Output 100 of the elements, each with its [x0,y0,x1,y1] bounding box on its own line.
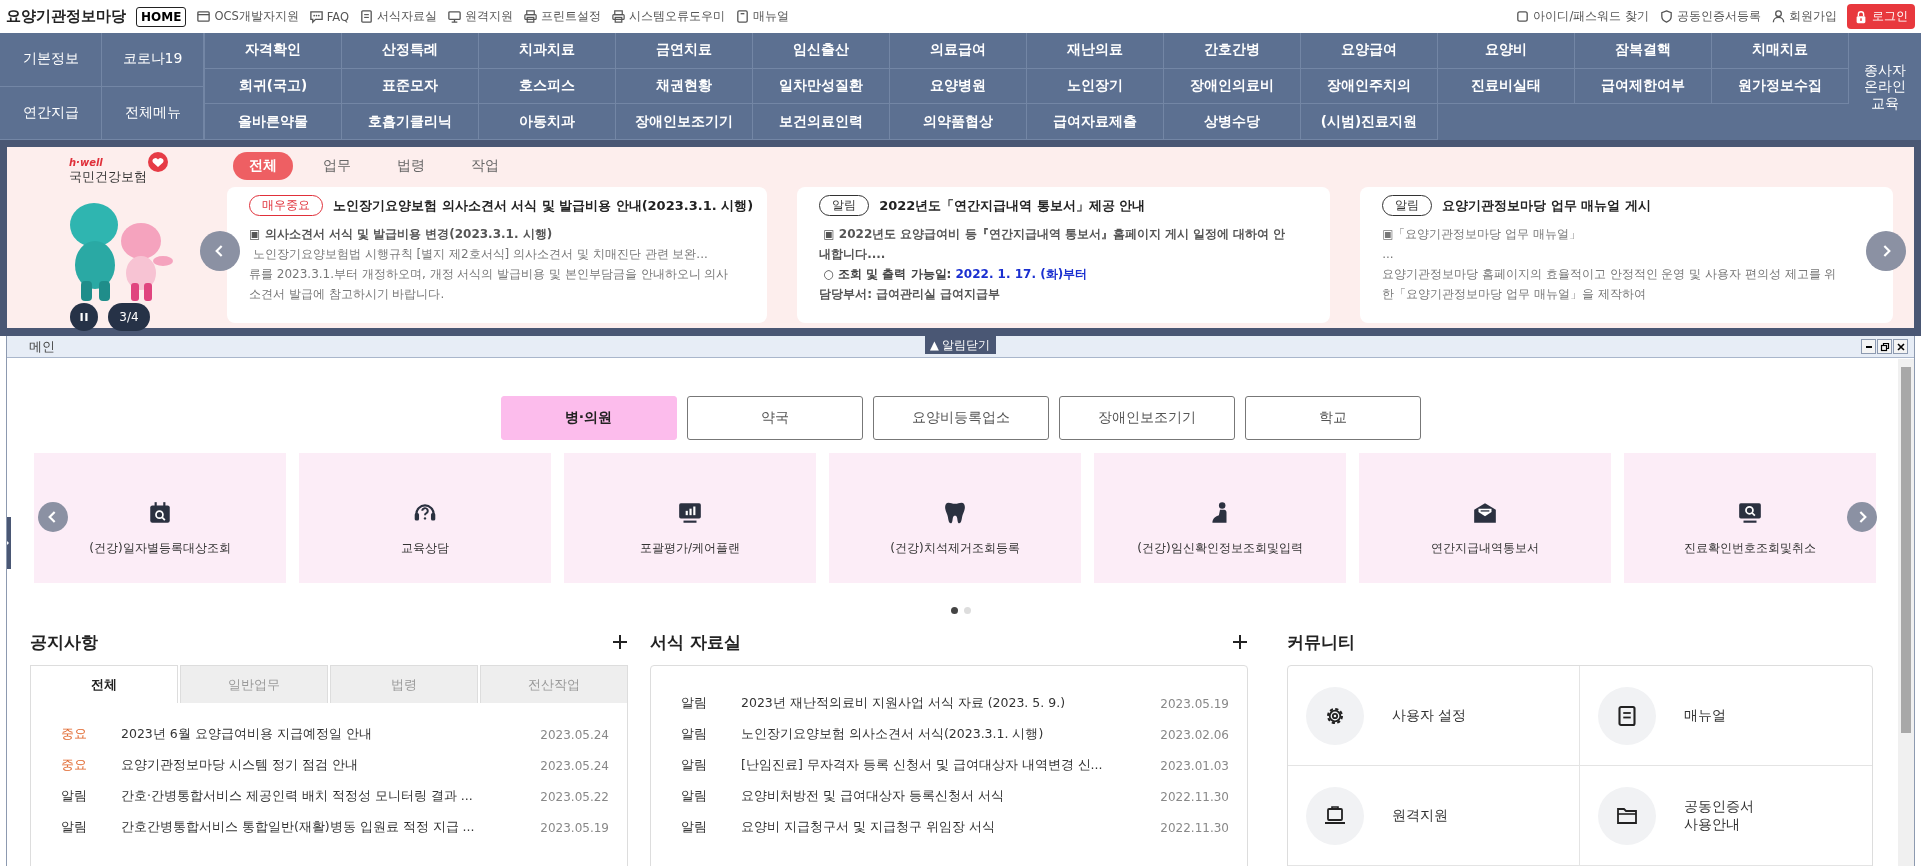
account-link[interactable]: 공동인증서등록 [1659,9,1761,24]
post-link[interactable]: 노인장기요양보험 의사소견서 서식(2023.3.1. 시행) [741,726,1161,743]
menu-link[interactable]: 치매치료 [1712,33,1849,69]
notice-text: 소견서 발급에 참고하시기 바랍니다. [249,286,446,303]
post-link[interactable]: 요양비 지급청구서 및 지급청구 위임장 서식 [741,819,1161,836]
window-tab[interactable]: 메인 [29,337,55,356]
community-link[interactable]: 매뉴얼 [1580,666,1872,766]
scrollbar[interactable] [1898,359,1914,866]
post-link[interactable]: [난임진료] 무자격자 등록 신청서 및 급여대상자 내역변경 신... [741,757,1161,774]
scroll-thumb[interactable] [1901,367,1911,733]
top-link[interactable]: OCS개발자지원 [196,9,299,24]
shortcut-tile[interactable]: 연간지급내역통보서 [1359,453,1611,583]
logo-brand: h·well [69,157,104,168]
post-link[interactable]: 요양기관정보마당 시스템 정기 점검 안내 [121,757,541,774]
more-button[interactable] [1232,634,1248,650]
menu-link[interactable]: 자격확인 [205,33,342,69]
shortcut-tile[interactable]: (건강)임신확인정보조회및입력 [1094,453,1346,583]
shortcut-tile[interactable]: 포괄평가/케어플랜 [564,453,816,583]
account-link[interactable]: 아이디/패스워드 찾기 [1515,9,1649,24]
account-link[interactable]: 회원가입 [1771,9,1837,24]
menu-link[interactable]: 급여제한여부 [1575,68,1712,105]
category-tab[interactable]: 전체 [233,152,293,180]
top-link[interactable]: 서식자료실 [359,9,438,24]
menu-link[interactable]: 호스피스 [479,68,616,105]
menu-link[interactable]: 원가정보수집 [1712,68,1849,105]
menu-link[interactable]: 진료비실태 [1438,68,1575,105]
category-tab[interactable]: 법령 [381,152,441,180]
category-tab[interactable]: 요양비등록업소 [872,396,1049,440]
notice-card[interactable] [227,187,768,323]
post-tag: 알림 [681,726,741,743]
minimize-icon [1865,345,1872,348]
category-tab[interactable]: 병·의원 [500,396,677,440]
menu-link[interactable]: 임신출산 [753,33,890,69]
post-link[interactable]: 간호·간병통합서비스 제공인력 배치 적정성 모니터링 결과 ... [121,788,541,805]
menu-link[interactable]: 종사자 온라인 교육 [1849,33,1921,140]
page-dot[interactable] [963,607,971,614]
notice-text: 한「요양기관정보마당 업무 매뉴얼」을 제작하여 [1382,286,1647,303]
menu-link[interactable]: 표준모자 [342,68,479,105]
category-tab[interactable]: 학교 [1244,396,1421,440]
post-tag: 알림 [681,757,741,774]
menu-link[interactable]: 요양병원 [890,68,1027,105]
menu-link[interactable]: 기본정보 [0,33,102,87]
close-alerts-button[interactable]: ▲ 알림닫기 [925,336,996,354]
page-dot[interactable] [950,607,958,614]
top-link[interactable]: 매뉴얼 [735,9,790,24]
restore-button[interactable] [1877,339,1892,354]
home-button[interactable]: HOME [136,6,187,27]
post-link[interactable]: 요양비처방전 및 급여대상자 등록신청서 서식 [741,788,1161,805]
menu-link[interactable]: 희귀(국고) [205,68,342,105]
next-button[interactable] [1866,231,1906,271]
community-link[interactable]: 사용자 설정 [1288,666,1580,766]
pause-icon [79,312,89,322]
previous-button[interactable] [200,231,240,271]
shortcut-tile[interactable]: (건강)일자별등록대상조회 [34,453,286,583]
more-button[interactable] [612,634,628,650]
window-icon [196,9,212,24]
login-button[interactable]: 로그인 [1847,4,1915,29]
menu-link[interactable]: 채권현황 [616,68,753,105]
minimize-button[interactable] [1861,339,1876,354]
menu-link[interactable]: 잠복결핵 [1575,33,1712,69]
monitor-icon [447,9,463,24]
menu-link[interactable]: 간호간병 [1164,33,1301,69]
top-link[interactable]: 시스템오류도우미 [611,9,726,24]
pause-button[interactable] [70,303,98,331]
top-link[interactable]: 프린트설정 [523,9,602,24]
community-link[interactable]: 원격지원 [1288,766,1580,866]
notice-card[interactable]: 알림 요양기관정보마당 업무 매뉴얼 게시 ▣「요양기관정보마당 업무 매뉴얼」 ... 요양기관정보마당 홈페이지의 효율적이고 안정적인 운영 및 사용자 편의성 제고를 위 한「요양기관정보마당 업무 매뉴얼」을 제작하여 [1360,187,1894,323]
post-link[interactable]: 간호간병통합서비스 통합일반(재활)병동 입원료 적정 지급 ... [121,819,541,836]
menu-link[interactable]: 노인장기 [1027,68,1164,105]
menu-link[interactable]: 코로나19 [102,33,204,87]
menu-link[interactable]: 장애인주치의 [1301,68,1438,105]
post-link[interactable]: 2023년 재난적의료비 지원사업 서식 자료 (2023. 5. 9.) [741,695,1161,712]
notice-card[interactable]: 알림 2022년도「연간지급내역 통보서」제공 안내 ▣ 2022년도 요양급여비 등『연간지급내역 통보서』홈페이지 게시 일정에 대하여 안 내합니다.... ○ 조회 및 출력 가능일: 2022. 1. 17. (화)부터 담당부서: 급여관리실 급여지급부 [797,187,1331,323]
close-icon [1895,341,1906,352]
close-button[interactable] [1893,339,1908,354]
menu-link[interactable]: 재난의료 [1027,33,1164,69]
category-tab[interactable]: 약국 [686,396,863,440]
top-link[interactable]: 원격지원 [447,9,514,24]
notice-tab[interactable]: 전체 [30,665,178,703]
shortcut-tile[interactable]: 교육상담 [299,453,551,583]
menu-link[interactable]: 요양급여 [1301,33,1438,69]
community-link[interactable]: 공동인증서 사용안내 [1580,766,1872,866]
menu-link[interactable]: 일차만성질환 [753,68,890,105]
chat-icon [308,9,324,24]
category-tab[interactable]: 업무 [307,152,367,180]
menu-link[interactable]: 요양비 [1438,33,1575,69]
logo-name: 국민건강보험 [69,168,147,186]
post-link[interactable]: 2023년 6월 요양급여비용 지급예정일 안내 [121,726,541,743]
menu-link[interactable]: 장애인의료비 [1164,68,1301,105]
menu-link[interactable]: 치과치료 [479,33,616,69]
menu-link[interactable]: 산정특례 [342,33,479,69]
shortcut-tile[interactable]: (건강)치석제거조회등록 [829,453,1081,583]
category-tab[interactable]: 장애인보조기기 [1058,396,1235,440]
category-tab[interactable]: 작업 [455,152,515,180]
post-tag: 알림 [61,788,121,805]
site-title[interactable]: 요양기관정보마당 [6,7,126,26]
top-link[interactable]: FAQ [308,9,350,24]
menu-link[interactable]: 금연치료 [616,33,753,69]
shortcut-tile[interactable]: 진료확인번호조회및취소 [1624,453,1876,583]
menu-link[interactable]: 의료급여 [890,33,1027,69]
